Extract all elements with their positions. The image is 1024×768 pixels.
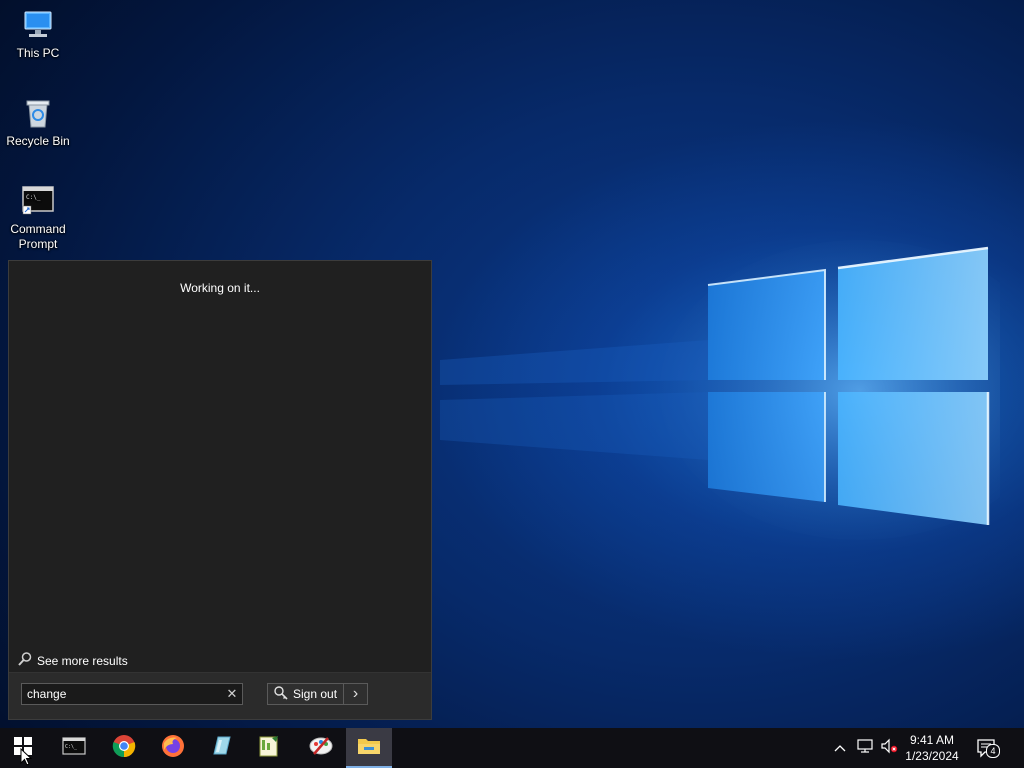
notification-count-badge: 4 (986, 744, 1000, 758)
search-icon (17, 651, 33, 670)
sign-out-button[interactable]: Sign out (267, 683, 345, 705)
power-options-arrow-button[interactable]: › (344, 683, 369, 705)
network-icon (856, 738, 874, 759)
desktop-icon-label: Recycle Bin (6, 134, 70, 148)
clear-search-button[interactable]: ✕ (222, 684, 242, 704)
firefox-taskbar-button[interactable] (150, 728, 196, 768)
recycle-bin-icon (21, 96, 55, 130)
file-explorer-taskbar-button[interactable] (346, 728, 392, 768)
search-status-text: Working on it... (180, 281, 260, 295)
command-prompt-taskbar-button[interactable]: C:\_ (51, 728, 97, 768)
chrome-icon (112, 734, 136, 763)
svg-text:C:\_: C:\_ (65, 744, 78, 750)
notification-icon: 4 (976, 738, 1000, 758)
key-icon (273, 685, 289, 704)
editor-taskbar-button[interactable] (246, 728, 292, 768)
search-box: ✕ (21, 683, 243, 705)
clock-date: 1/23/2024 (905, 749, 959, 763)
paint-icon (308, 734, 334, 763)
start-search-panel: Working on it... See more results ✕ (8, 260, 432, 720)
notepad-plus-icon (257, 734, 281, 763)
search-input[interactable] (22, 685, 222, 703)
command-prompt-icon: C:\_ (62, 736, 86, 761)
see-more-results-label: See more results (37, 653, 128, 668)
start-button[interactable] (0, 728, 46, 768)
desktop: This PC Recycle Bin C:\_ Command Prompt … (0, 0, 1024, 768)
chevron-up-icon (834, 739, 846, 757)
desktop-icon-label: This PC (16, 46, 60, 60)
command-prompt-icon: C:\_ (21, 184, 55, 218)
computer-icon (21, 8, 55, 42)
chevron-right-icon: › (352, 685, 359, 702)
volume-muted-icon (880, 738, 898, 759)
volume-button[interactable] (878, 728, 900, 768)
glass-app-icon (209, 734, 233, 763)
desktop-icon-this-pc[interactable]: This PC (4, 8, 72, 61)
desktop-icon-label-line1: Command (10, 222, 66, 236)
show-hidden-icons-button[interactable] (830, 728, 850, 768)
see-more-results-link[interactable]: See more results (17, 651, 128, 670)
paint-taskbar-button[interactable] (298, 728, 344, 768)
clock-time: 9:41 AM (909, 733, 955, 747)
taskbar: C:\_ 9:41 AM 1/23/2024 4 (0, 728, 1024, 768)
clock[interactable]: 9:41 AM 1/23/2024 (900, 728, 964, 768)
sign-out-label: Sign out (293, 687, 338, 701)
desktop-icon-label-line2: Prompt (18, 237, 58, 251)
windows-wallpaper-logo (440, 240, 1000, 540)
mouse-cursor-icon (20, 747, 33, 768)
svg-text:C:\_: C:\_ (26, 194, 41, 201)
app-taskbar-button[interactable] (198, 728, 244, 768)
firefox-icon (161, 734, 185, 763)
action-center-button[interactable]: 4 (970, 728, 1004, 768)
chrome-taskbar-button[interactable] (101, 728, 147, 768)
desktop-icon-command-prompt[interactable]: C:\_ Command Prompt (4, 184, 72, 252)
search-panel-footer: ✕ Sign out › (9, 672, 431, 719)
folder-icon (357, 736, 381, 761)
desktop-icon-recycle-bin[interactable]: Recycle Bin (4, 96, 72, 149)
sign-out-group: Sign out › (267, 683, 369, 705)
network-button[interactable] (854, 728, 876, 768)
